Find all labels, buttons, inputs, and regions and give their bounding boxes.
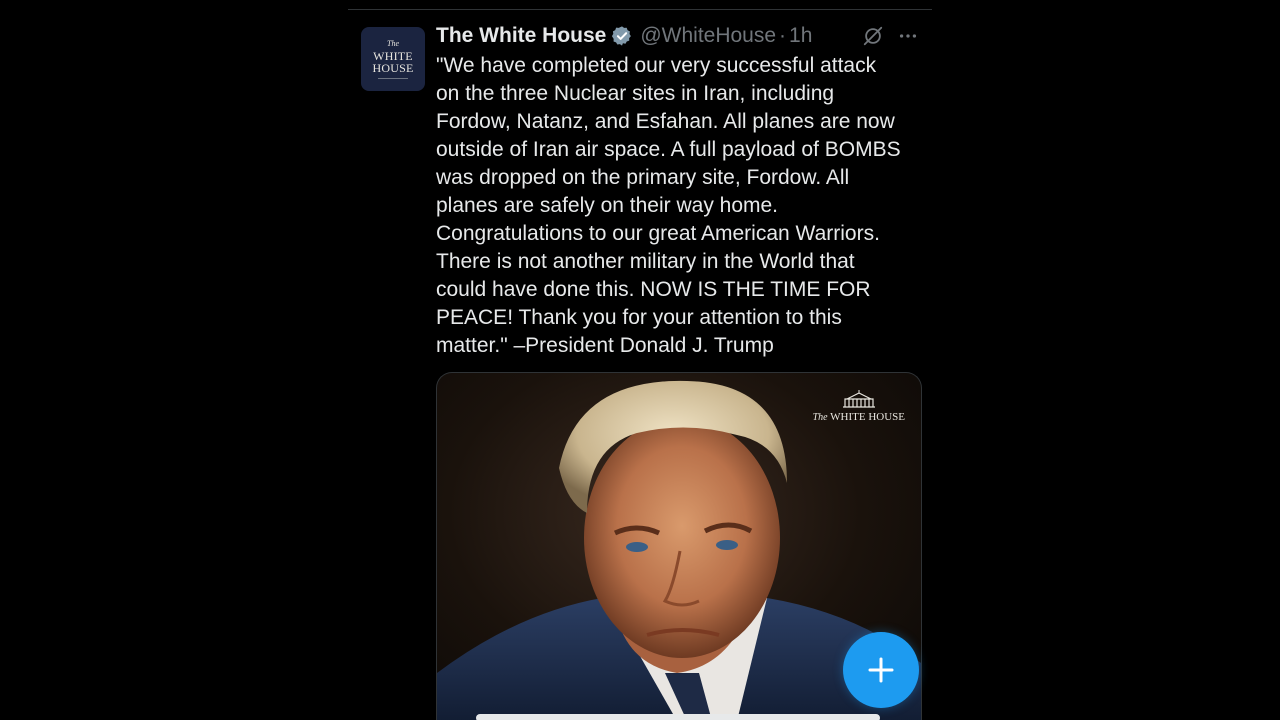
building-icon: [842, 390, 875, 408]
avatar-rule: [378, 77, 408, 79]
white-house-watermark: The WHITE HOUSE: [813, 389, 905, 423]
display-name[interactable]: The White House: [436, 24, 606, 48]
tweet-text: "We have completed our very successful a…: [436, 54, 901, 357]
separator-dot: ·: [779, 24, 787, 47]
home-indicator[interactable]: [476, 714, 880, 720]
more-horizontal-icon[interactable]: [897, 25, 919, 47]
verified-badge-icon: [612, 26, 632, 46]
handle[interactable]: @WhiteHouse: [640, 24, 776, 48]
avatar-text-white: WHITE: [373, 48, 413, 63]
timestamp[interactable]: 1h: [789, 24, 812, 48]
avatar-text-the: The: [387, 38, 399, 48]
avatar[interactable]: The WHITE HOUSE: [361, 27, 425, 91]
grok-icon[interactable]: [862, 25, 884, 47]
timeline-column: The WHITE HOUSE The White House @WhiteHo…: [348, 0, 932, 720]
tweet-header: The White House @WhiteHouse · 1h: [436, 22, 812, 50]
screen: The WHITE HOUSE The White House @WhiteHo…: [0, 0, 1280, 720]
divider: [348, 9, 932, 10]
watermark-text: The WHITE HOUSE: [813, 411, 905, 423]
compose-post-button[interactable]: [843, 632, 919, 708]
avatar-text-house: HOUSE: [372, 60, 414, 75]
watermark-name: WHITE HOUSE: [830, 411, 905, 423]
watermark-the: The: [812, 412, 828, 423]
plus-icon: [868, 657, 894, 683]
